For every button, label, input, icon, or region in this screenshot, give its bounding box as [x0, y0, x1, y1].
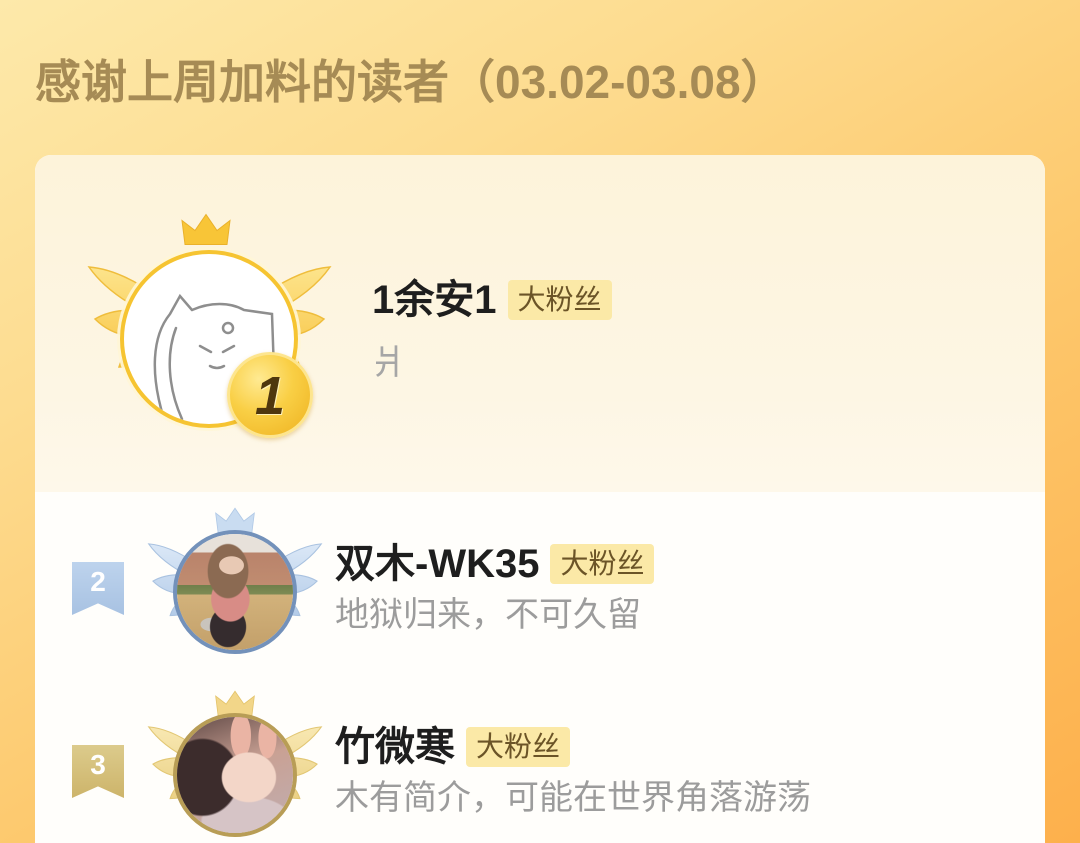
crown-shape: [215, 690, 255, 716]
crown-shape: [215, 507, 255, 533]
rank-ribbon-badge: 3: [72, 745, 124, 798]
avatar[interactable]: [173, 530, 297, 654]
rank-ribbon-badge: 2: [72, 562, 124, 615]
reader-bio: 地狱归来，不可久留: [335, 596, 641, 634]
gold-coin-rank-icon: 1: [227, 352, 313, 438]
reader-bio: 木有简介，可能在世界角落游荡: [335, 779, 811, 817]
supporters-card: 1 1余安1 大粉丝 爿 2 双木-WK35 大粉丝 地狱归来，不可久留 3 竹…: [35, 155, 1045, 843]
page-title: 感谢上周加料的读者（03.02-03.08）: [35, 56, 787, 108]
reader-name[interactable]: 竹微寒: [335, 723, 455, 771]
fan-level-badge: 大粉丝: [550, 544, 655, 584]
weekly-supporters-page: 感谢上周加料的读者（03.02-03.08） 1 1余安1 大粉丝 爿 2 双木…: [0, 0, 1080, 843]
reader-row-rank-2[interactable]: 2 双木-WK35 大粉丝 地狱归来，不可久留: [35, 500, 1045, 680]
name-row: 1余安1 大粉丝: [372, 276, 612, 324]
crown-icon: [181, 213, 231, 245]
avatar[interactable]: [173, 713, 297, 837]
reader-row-rank-3[interactable]: 3 竹微寒 大粉丝 木有简介，可能在世界角落游荡: [35, 683, 1045, 843]
crown-shape: [181, 213, 231, 245]
name-row: 竹微寒 大粉丝: [335, 723, 571, 771]
avatar-photo: [177, 534, 293, 650]
name-row: 双木-WK35 大粉丝: [335, 540, 655, 588]
fan-level-badge: 大粉丝: [466, 727, 571, 767]
reader-row-rank-1[interactable]: 1 1余安1 大粉丝 爿: [35, 155, 1045, 492]
fan-level-badge: 大粉丝: [507, 280, 612, 320]
reader-name[interactable]: 双木-WK35: [335, 540, 539, 588]
avatar-photo: [177, 717, 293, 833]
rank-number: 1: [254, 366, 286, 426]
reader-name[interactable]: 1余安1: [372, 276, 497, 324]
reader-bio: 爿: [372, 344, 406, 382]
